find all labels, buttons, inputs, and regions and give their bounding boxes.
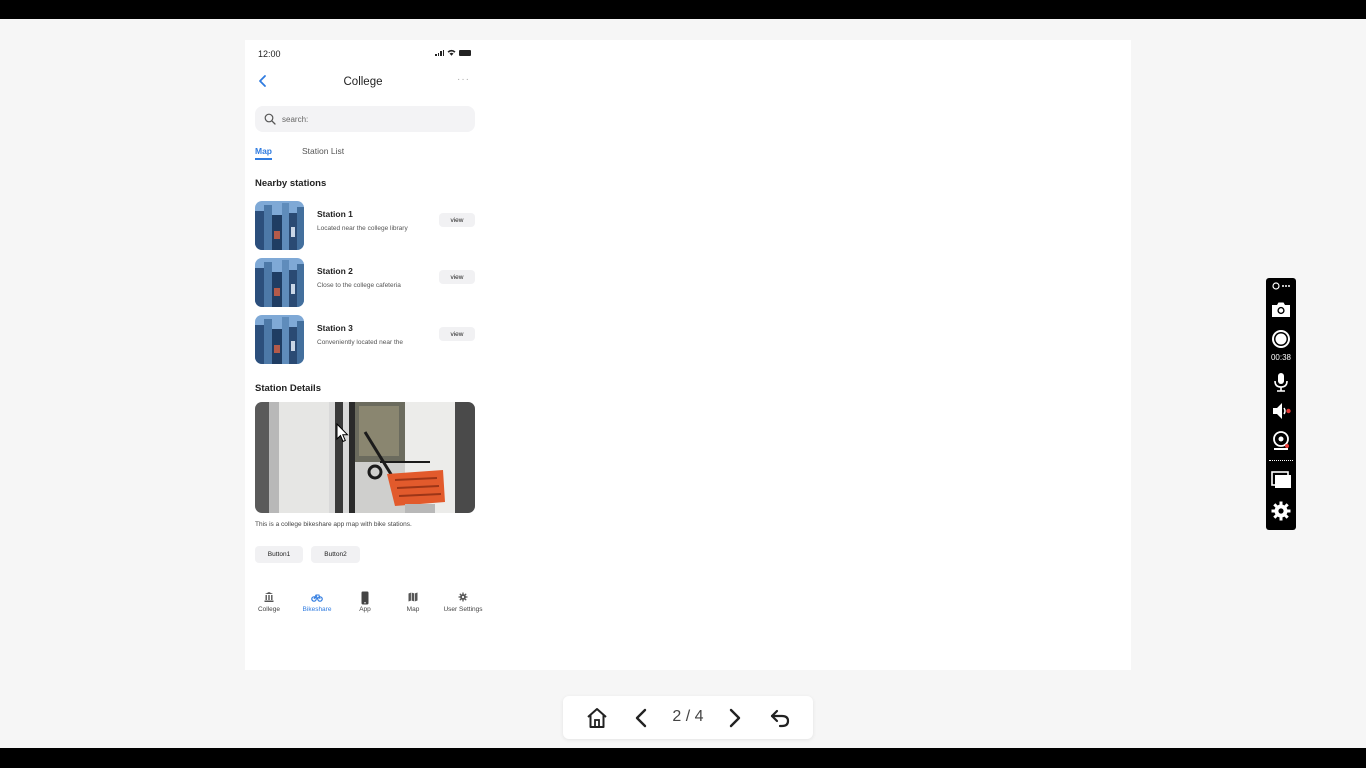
page-counter: 2 / 4 [672,708,704,725]
nav-label: Map [406,606,420,613]
station-thumbnail [255,315,304,364]
nav-label: User Settings [443,606,483,613]
station-description: Conveniently located near the [317,339,404,346]
station-thumbnail [255,258,304,307]
station-detail-caption: This is a college bikeshare app map with… [255,521,412,528]
nav-label: Bikeshare [302,606,332,613]
station-name: Station 1 [317,209,353,219]
link-more-icon[interactable] [1270,280,1292,292]
nav-item-user-settings[interactable]: User Settings [436,591,490,613]
more-options-icon[interactable]: ··· [457,74,470,85]
search-bar[interactable] [255,106,475,132]
prototype-canvas: 12:00 College ··· Map Station List Nearb… [245,40,1131,670]
station-row: Station 2 Close to the college cafeteria… [255,258,475,307]
button-1[interactable]: Button1 [255,546,303,563]
microphone-icon[interactable] [1270,371,1292,393]
station-row: Station 1 Located near the college libra… [255,201,475,250]
map-icon [408,592,418,602]
station-detail-photo [255,402,475,513]
station-thumbnail [255,201,304,250]
search-input[interactable] [282,114,462,124]
top-black-bar [0,0,1366,19]
undo-icon[interactable] [768,706,792,730]
station-name: Station 3 [317,323,353,333]
window-icon[interactable] [1270,469,1292,491]
toolbar-divider [1269,460,1293,461]
record-icon[interactable] [1270,328,1292,350]
nav-item-college[interactable]: College [244,591,294,613]
tab-station-list[interactable]: Station List [302,146,344,156]
page-title: College [343,76,383,88]
bottom-black-bar [0,748,1366,768]
status-icons [435,49,471,56]
settings-gear-icon[interactable] [1270,500,1292,522]
view-station-button[interactable]: view [439,327,475,341]
nav-item-map[interactable]: Map [388,591,438,613]
building-icon [264,592,274,602]
phone-icon [361,591,369,605]
button-2[interactable]: Button2 [311,546,360,563]
view-station-button[interactable]: view [439,270,475,284]
home-icon[interactable] [585,706,609,730]
view-station-button[interactable]: view [439,213,475,227]
next-page-icon[interactable] [722,706,746,730]
signal-icon [435,49,444,56]
bike-icon [311,594,323,602]
webcam-icon[interactable] [1270,430,1292,452]
station-description: Close to the college cafeteria [317,282,401,289]
tab-map[interactable]: Map [255,146,272,160]
search-icon [264,113,276,125]
nearby-stations-heading: Nearby stations [255,178,327,189]
nav-label: College [257,606,281,613]
station-row: Station 3 Conveniently located near the … [255,315,475,364]
speaker-icon[interactable] [1270,400,1292,422]
status-time: 12:00 [258,49,281,59]
battery-icon [459,49,471,56]
station-name: Station 2 [317,266,353,276]
station-details-heading: Station Details [255,383,321,394]
mouse-cursor-icon [336,423,349,443]
screen-recorder-toolbar: 00:38 [1266,278,1296,530]
gear-icon [458,592,468,602]
nav-item-app[interactable]: App [340,591,390,613]
nav-label: App [359,606,371,613]
previous-page-icon[interactable] [630,706,654,730]
station-description: Located near the college library [317,225,408,232]
nav-item-bikeshare[interactable]: Bikeshare [292,591,342,613]
wifi-icon [447,49,456,56]
camera-icon[interactable] [1270,299,1292,321]
recording-timer: 00:38 [1270,353,1292,362]
page-navigator: 2 / 4 [563,696,813,739]
bottom-navigation: College Bikeshare App Map User Settings [255,591,487,617]
